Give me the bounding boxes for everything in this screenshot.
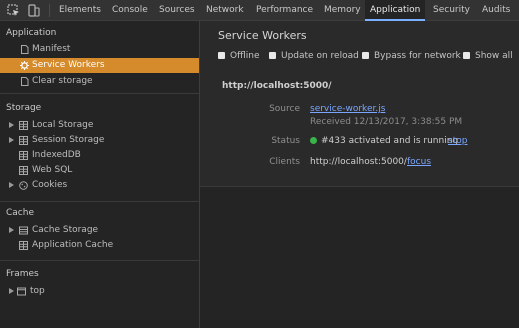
sidebar-item-label: Cache Storage [32,225,99,235]
sidebar-item-label: Cookies [32,180,68,190]
sidebar-item-label: Application Cache [32,240,114,250]
status-dot-icon [310,137,317,144]
tab-sources[interactable]: Sources [155,0,199,20]
grid-icon [19,241,28,250]
clients-value: http://localhost:5000/ [310,157,407,167]
tab-network[interactable]: Network [202,0,248,20]
sidebar-item-label: Service Workers [32,60,105,70]
section-divider [0,201,199,202]
sidebar-item-cache-storage[interactable]: Cache Storage [0,223,199,238]
stop-link[interactable]: stop [448,136,467,146]
expand-arrow-icon[interactable] [9,122,14,128]
frame-icon [17,287,26,296]
tab-memory[interactable]: Memory [320,0,365,20]
grid-icon [19,151,28,160]
devtools-toolbar: Elements Console Sources Network Perform… [0,0,519,21]
tab-audits[interactable]: Audits [478,0,514,20]
section-title-application: Application [6,28,57,38]
document-icon [21,45,29,54]
expand-arrow-icon[interactable] [9,227,14,233]
sidebar-item-application-cache[interactable]: Application Cache [0,238,199,253]
tab-security[interactable]: Security [429,0,474,20]
database-icon [19,226,28,235]
sidebar-item-label: Manifest [32,44,71,54]
source-link[interactable]: service-worker.js [310,104,385,114]
sidebar-item-local-storage[interactable]: Local Storage [0,118,199,133]
checkbox-label: Bypass for network [374,51,461,61]
section-divider [0,260,199,261]
sidebar-item-label: Local Storage [32,120,94,130]
source-label: Source [269,104,300,114]
status-text: #433 activated and is running [321,136,459,146]
sidebar-item-manifest[interactable]: Manifest [0,42,199,57]
status-label: Status [271,136,300,146]
sidebar: Application Manifest Service Workers Cle… [0,21,200,328]
tab-console[interactable]: Console [108,0,152,20]
toolbar-separator [49,4,50,17]
grid-icon [19,136,28,145]
section-title-storage: Storage [6,103,42,113]
source-link-text[interactable]: service-worker.js [310,104,385,114]
expand-arrow-icon[interactable] [9,182,14,188]
tab-application[interactable]: Application [365,0,426,21]
sidebar-item-web-sql[interactable]: Web SQL [0,163,199,178]
tab-performance[interactable]: Performance [252,0,317,20]
sidebar-item-label: Session Storage [32,135,105,145]
checkbox-label: Show all [475,51,513,61]
checkbox-box[interactable] [463,52,470,59]
document-icon [21,77,29,86]
sidebar-item-indexeddb[interactable]: IndexedDB [0,148,199,163]
checkbox-box[interactable] [362,52,369,59]
sidebar-item-service-workers[interactable]: Service Workers [0,58,199,73]
gear-icon [20,61,29,70]
section-divider [0,93,199,94]
sidebar-item-cookies[interactable]: Cookies [0,178,199,193]
inspect-element-icon[interactable] [7,4,20,17]
tab-elements[interactable]: Elements [55,0,105,20]
device-toolbar-icon[interactable] [27,4,40,17]
expand-arrow-icon[interactable] [9,137,14,143]
section-title-cache: Cache [6,208,34,218]
checkbox-label: Offline [230,51,260,61]
focus-link[interactable]: focus [407,157,431,167]
sidebar-item-label: Web SQL [32,165,73,175]
clients-label: Clients [269,157,300,167]
checkbox-box[interactable] [269,52,276,59]
expand-arrow-icon[interactable] [9,288,14,294]
sidebar-item-label: top [30,286,45,296]
page-title: Service Workers [218,29,307,42]
grid-icon [19,166,28,175]
service-workers-panel: Service Workers Offline Update on reload… [200,21,519,328]
section-title-frames: Frames [6,269,39,279]
service-worker-details: Service Workers Offline Update on reload… [200,21,519,187]
sidebar-item-clear-storage[interactable]: Clear storage [0,74,199,89]
sidebar-item-frame-top[interactable]: top [0,284,199,299]
received-timestamp: Received 12/13/2017, 3:38:55 PM [310,117,463,127]
sidebar-item-label: Clear storage [32,76,93,86]
sidebar-item-session-storage[interactable]: Session Storage [0,133,199,148]
worker-origin: http://localhost:5000/ [222,81,332,91]
sidebar-item-label: IndexedDB [32,150,81,160]
checkbox-label: Update on reload [281,51,359,61]
grid-icon [19,121,28,130]
cookie-icon [19,181,28,190]
checkbox-box[interactable] [218,52,225,59]
